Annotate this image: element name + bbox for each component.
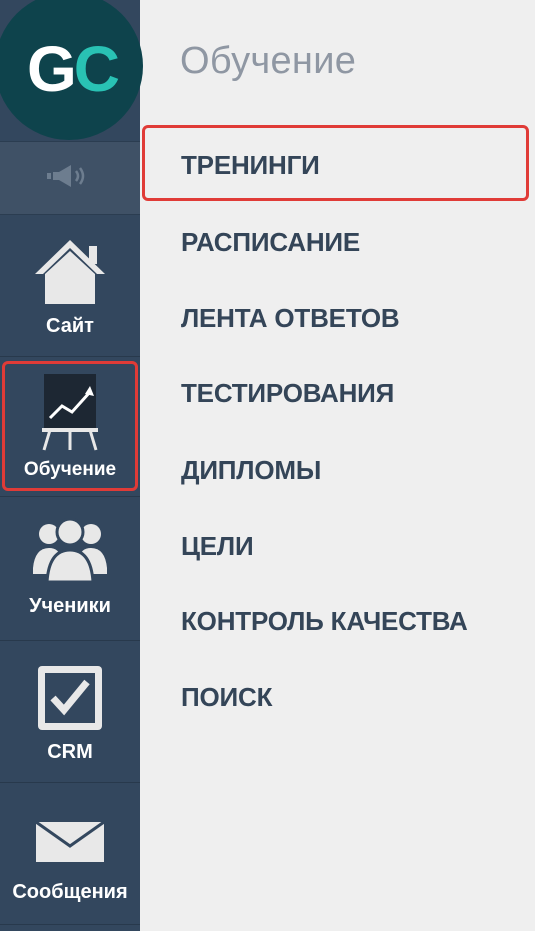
sidebar-item-students[interactable]: Ученики: [0, 517, 140, 636]
envelope-icon: [35, 818, 105, 869]
menu-item-diplomas[interactable]: ДИПЛОМЫ: [181, 455, 321, 486]
logo-letter-g: G: [27, 33, 77, 105]
menu-item-search[interactable]: ПОИСК: [181, 682, 272, 713]
divider: [0, 356, 140, 357]
divider: [0, 640, 140, 641]
users-icon: [33, 517, 107, 587]
sidebar-item-crm[interactable]: CRM: [0, 664, 140, 782]
sidebar-item-label: Сайт: [46, 315, 94, 337]
logo-area: GC: [0, 0, 143, 140]
speaker-icon: [47, 164, 93, 193]
house-icon: [33, 236, 107, 311]
page-title: Обучение: [180, 40, 357, 82]
menu-item-tests[interactable]: ТЕСТИРОВАНИЯ: [181, 378, 394, 409]
sidebar-item-site[interactable]: Сайт: [0, 236, 140, 354]
sound-toggle[interactable]: [0, 141, 140, 215]
sidebar-item-label: Ученики: [29, 595, 111, 617]
sidebar-item-label: Сообщения: [12, 881, 128, 903]
logo[interactable]: GC: [0, 0, 143, 140]
menu-item-quality-control[interactable]: КОНТРОЛЬ КАЧЕСТВА: [181, 606, 468, 637]
sidebar-item-messages[interactable]: Сообщения: [0, 818, 140, 918]
divider: [0, 924, 140, 925]
divider: [0, 782, 140, 783]
sidebar-active-highlight: [2, 361, 138, 491]
sidebar-item-label: CRM: [47, 741, 93, 763]
menu-item-goals[interactable]: ЦЕЛИ: [181, 531, 254, 562]
divider: [0, 496, 140, 497]
menu-item-trainings[interactable]: ТРЕНИНГИ: [181, 150, 320, 181]
menu-item-schedule[interactable]: РАСПИСАНИЕ: [181, 227, 360, 258]
menu-item-answers-feed[interactable]: ЛЕНТА ОТВЕТОВ: [181, 303, 400, 334]
logo-text: GC: [27, 32, 120, 106]
logo-letter-c: C: [73, 33, 120, 105]
checkbox-icon: [36, 664, 104, 737]
